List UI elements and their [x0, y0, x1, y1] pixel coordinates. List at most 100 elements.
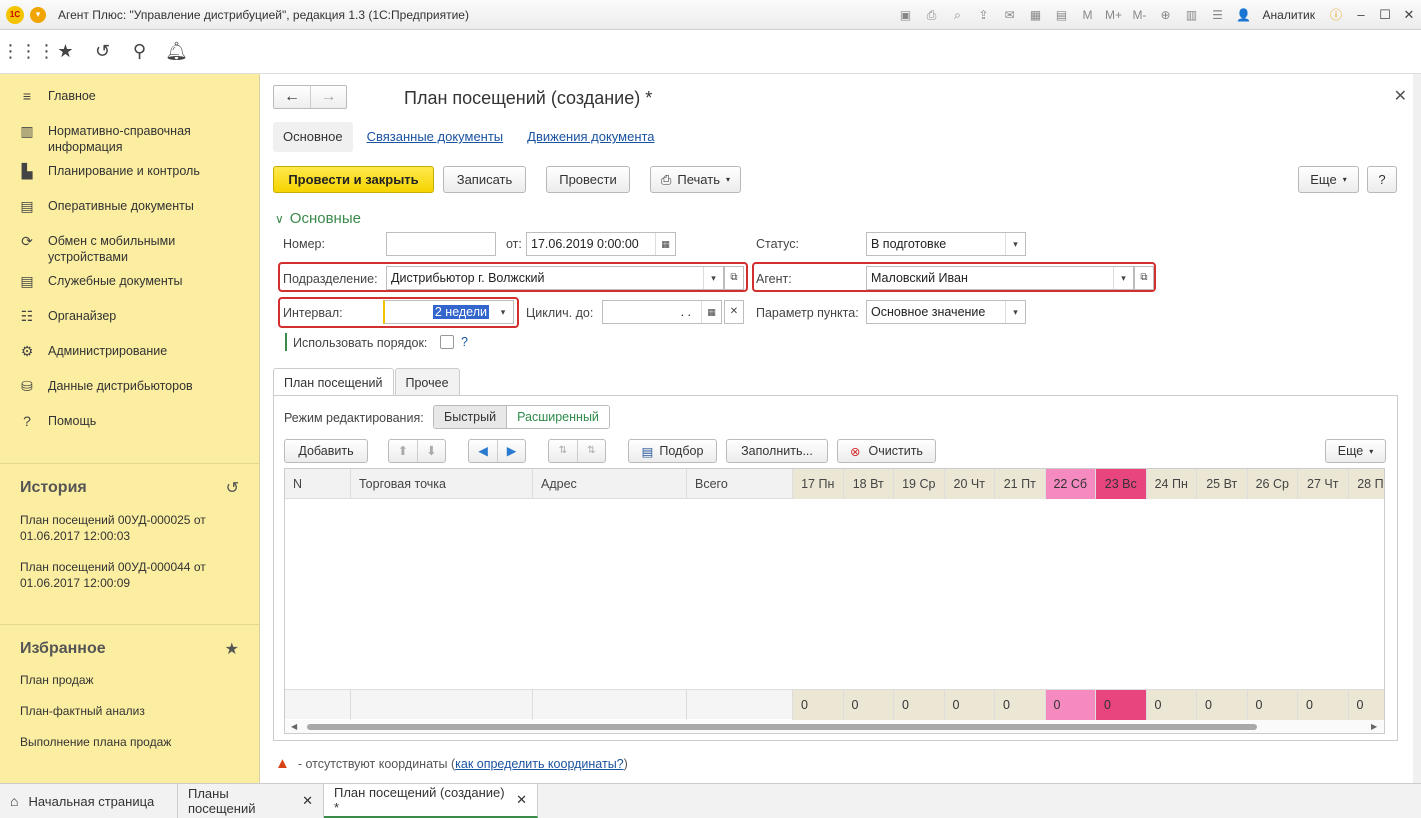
post-and-close-button[interactable]: Провести и закрыть	[273, 166, 434, 193]
division-select[interactable]: Дистрибьютор г. Волжский ▾	[386, 266, 724, 290]
add-row-button[interactable]: Добавить	[284, 439, 368, 463]
day-column-header[interactable]: 26 Ср	[1247, 469, 1298, 499]
close-tab-icon[interactable]: ✕	[302, 793, 313, 809]
memory-plus-button[interactable]: M+	[1103, 6, 1125, 24]
open-division-icon[interactable]: ⧉	[724, 266, 744, 290]
sidebar-item[interactable]: ▥ Нормативно-справочная информация	[0, 115, 259, 155]
star-icon[interactable]: ★	[47, 37, 84, 67]
search-icon[interactable]: ⚲	[121, 37, 158, 67]
sidebar-item[interactable]: ⚙ Администрирование	[0, 335, 259, 370]
column-header[interactable]: N	[285, 469, 351, 499]
fill-button[interactable]: Заполнить...	[726, 439, 828, 463]
save-icon[interactable]: ▣	[895, 6, 917, 24]
history-icon[interactable]: ↺	[84, 37, 121, 67]
sidebar-item[interactable]: ▤ Служебные документы	[0, 265, 259, 300]
back-arrow-icon[interactable]: ←	[274, 86, 310, 108]
sort-desc-icon[interactable]: ⇅	[577, 440, 605, 462]
close-window-button[interactable]: ✕	[1397, 4, 1421, 26]
mail-icon[interactable]: ✉	[999, 6, 1021, 24]
tab-visit-plans[interactable]: Планы посещений ✕	[178, 784, 324, 818]
print-icon[interactable]: ⎙	[921, 6, 943, 24]
day-column-header[interactable]: 19 Ср	[894, 469, 945, 499]
how-to-coordinates-link[interactable]: как определить координаты?	[455, 757, 624, 771]
history-item[interactable]: План посещений 00УД-000025 от 01.06.2017…	[0, 512, 230, 559]
clear-button[interactable]: ⊗ Очистить	[837, 439, 936, 463]
close-icon[interactable]: ✕	[1394, 86, 1407, 106]
table-more-button[interactable]: Еще ▾	[1325, 439, 1386, 463]
close-tab-icon[interactable]: ✕	[516, 792, 527, 808]
vertical-scrollbar[interactable]	[1413, 74, 1421, 783]
zoom-icon[interactable]: ⊕	[1155, 6, 1177, 24]
history-icon[interactable]: ↺	[226, 478, 239, 498]
chevron-down-icon[interactable]: ▾	[493, 301, 513, 323]
tab-visit-plan[interactable]: План посещений	[273, 368, 394, 396]
arrow-right-icon[interactable]: ▶	[497, 440, 525, 462]
print-button[interactable]: ⎙ Печать ▾	[650, 166, 741, 193]
column-header[interactable]: Торговая точка	[351, 469, 533, 499]
sidebar-item[interactable]: ≡ Главное	[0, 80, 259, 115]
chevron-down-icon[interactable]: ▾	[1005, 301, 1025, 323]
bell-icon[interactable]: 🔔︎	[158, 37, 195, 67]
day-column-header[interactable]: 24 Пн	[1146, 469, 1197, 499]
arrow-left-icon[interactable]: ◀	[469, 440, 497, 462]
status-select[interactable]: В подготовке ▾	[866, 232, 1026, 256]
calendar-icon[interactable]: ▦	[655, 233, 675, 255]
column-header[interactable]: Всего	[687, 469, 793, 499]
day-column-header[interactable]: 28 Пт	[1348, 469, 1384, 499]
sidebar-item[interactable]: ⛁ Данные дистрибьюторов	[0, 370, 259, 405]
favorite-item[interactable]: Выполнение плана продаж	[0, 735, 259, 766]
scroll-left-icon[interactable]: ◀	[291, 720, 297, 733]
tab-home[interactable]: ⌂ Начальная страница	[0, 784, 178, 818]
list-icon[interactable]: ☰	[1207, 6, 1229, 24]
save-button[interactable]: Записать	[443, 166, 526, 193]
tab-other[interactable]: Прочее	[394, 368, 460, 396]
favorite-item[interactable]: План-фактный анализ	[0, 704, 259, 735]
star-icon[interactable]: ★	[225, 639, 239, 659]
forward-arrow-icon[interactable]: →	[309, 86, 346, 108]
open-agent-icon[interactable]: ⧉	[1134, 266, 1154, 290]
calculator-icon[interactable]: ▦	[1025, 6, 1047, 24]
memory-minus-button[interactable]: M-	[1129, 6, 1151, 24]
number-input[interactable]	[386, 232, 496, 256]
interval-select[interactable]: 2 недели ▾	[383, 300, 514, 324]
sidebar-item[interactable]: ▤ Оперативные документы	[0, 190, 259, 225]
pick-button[interactable]: ▤ Подбор	[628, 439, 717, 463]
sidebar-item[interactable]: ? Помощь	[0, 405, 259, 440]
column-header[interactable]: Адрес	[533, 469, 687, 499]
minimize-button[interactable]: –	[1349, 4, 1373, 26]
point-param-select[interactable]: Основное значение ▾	[866, 300, 1026, 324]
clear-cycle-icon[interactable]: ✕	[724, 300, 744, 324]
maximize-button[interactable]: ☐	[1373, 4, 1397, 26]
info-icon[interactable]: ⓘ	[1325, 6, 1347, 24]
move-up-icon[interactable]: ⬆	[389, 440, 417, 462]
preview-icon[interactable]: ⌕	[947, 6, 969, 24]
use-order-help-link[interactable]: ?	[461, 335, 468, 349]
apps-grid-icon[interactable]: ⋮⋮⋮	[2, 37, 56, 67]
tab-visit-plan-create[interactable]: План посещений (создание) * ✕	[324, 784, 538, 818]
sort-asc-icon[interactable]: ⇅	[549, 440, 577, 462]
cycle-date-input[interactable]: . . ▦	[602, 300, 722, 324]
tab-main[interactable]: Основное	[273, 122, 353, 152]
edit-mode-extended[interactable]: Расширенный	[507, 406, 609, 428]
chevron-down-icon[interactable]: ▾	[1113, 267, 1133, 289]
day-column-header[interactable]: 20 Чт	[944, 469, 995, 499]
day-column-header[interactable]: 25 Вт	[1197, 469, 1248, 499]
scrollbar-thumb[interactable]	[307, 724, 1257, 730]
main-menu-icon[interactable]: ▾	[30, 6, 46, 23]
memory-m-button[interactable]: M	[1077, 6, 1099, 24]
day-column-header[interactable]: 27 Чт	[1298, 469, 1349, 499]
help-button[interactable]: ?	[1367, 166, 1397, 193]
day-column-header[interactable]: 21 Пт	[995, 469, 1046, 499]
edit-mode-fast[interactable]: Быстрый	[434, 406, 508, 428]
favorite-item[interactable]: План продаж	[0, 673, 259, 704]
user-name[interactable]: Аналитик	[1263, 8, 1315, 22]
use-order-checkbox[interactable]	[440, 335, 454, 349]
chevron-down-icon[interactable]: ▾	[1005, 233, 1025, 255]
day-column-header[interactable]: 23 Вс	[1096, 469, 1147, 499]
post-button[interactable]: Провести	[546, 166, 630, 193]
day-column-header[interactable]: 18 Вт	[843, 469, 894, 499]
chevron-down-icon[interactable]: ▾	[703, 267, 723, 289]
compare-icon[interactable]: ▥	[1181, 6, 1203, 24]
calendar-icon[interactable]: ▦	[701, 301, 721, 323]
sidebar-item[interactable]: ▙ Планирование и контроль	[0, 155, 259, 190]
